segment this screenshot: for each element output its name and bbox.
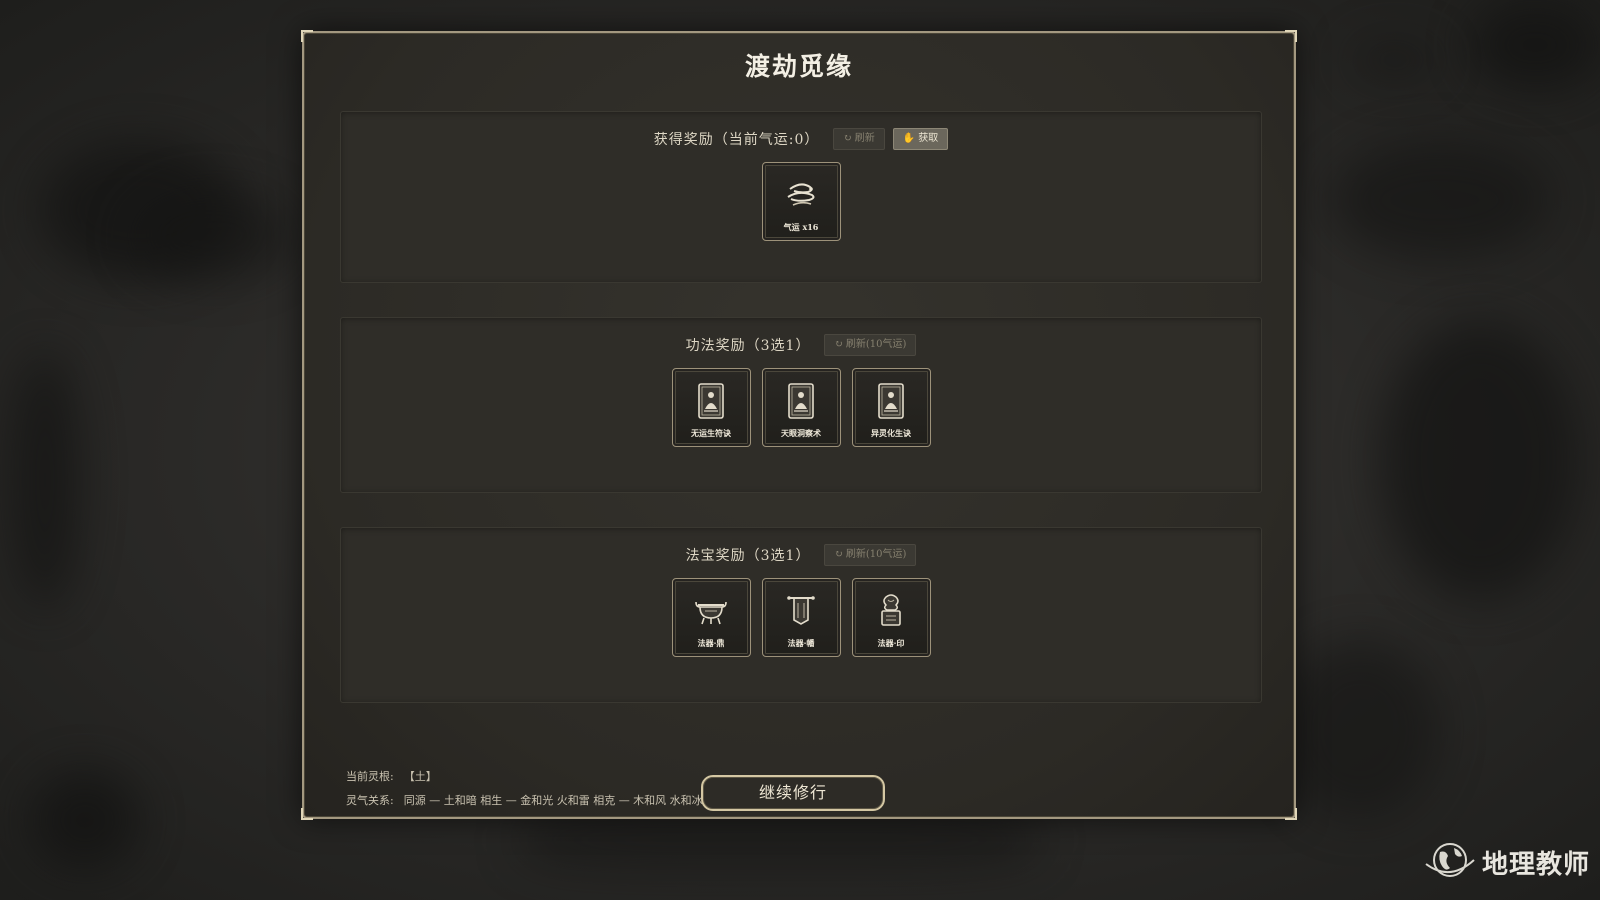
continue-cultivation-button[interactable]: 继续修行	[701, 775, 885, 811]
obtained-reward-title: 获得奖励（当前气运:0）	[653, 132, 820, 148]
card-label: 气运 x16	[783, 222, 819, 232]
scripture-book-icon	[673, 381, 750, 421]
refresh-icon: ↻	[834, 339, 843, 350]
technique-card-3[interactable]: 异灵化生诀	[851, 368, 931, 447]
banner-icon	[763, 591, 840, 631]
card-label: 法器·印	[877, 638, 905, 648]
reward-refresh-button[interactable]: ↻ 刷新	[833, 128, 885, 150]
technique-refresh-button[interactable]: ↻ 刷新(10气运)	[824, 334, 917, 356]
seal-icon	[853, 591, 930, 631]
reward-card-luck[interactable]: 气运 x16	[761, 162, 841, 241]
refresh-icon: ↻	[834, 549, 843, 560]
card-label: 异灵化生诀	[871, 428, 911, 438]
spirit-relation-info: 灵气关系: 同源 — 土和暗 相生 — 金和光 火和雷 相克 — 木和风 水和冰	[346, 792, 703, 808]
technique-card-2[interactable]: 天眼洞察术	[761, 368, 841, 447]
obtained-reward-section: 获得奖励（当前气运:0） ↻ 刷新 ✋ 获取 气运 x16	[340, 111, 1262, 283]
cloud-luck-icon	[763, 175, 840, 215]
watermark: 地理教师	[1422, 838, 1590, 886]
treasure-card-seal[interactable]: 法器·印	[851, 578, 931, 657]
tribulation-dialog: 渡劫觅缘 获得奖励（当前气运:0） ↻ 刷新 ✋ 获取 气运 x16 功法奖励（…	[301, 30, 1297, 820]
scripture-book-icon	[853, 381, 930, 421]
spirit-root-info: 当前灵根: 【土】	[346, 768, 437, 784]
technique-reward-section: 功法奖励（3选1） ↻ 刷新(10气运) 无运生符诀 天眼洞察术 异灵化生诀	[340, 317, 1262, 493]
refresh-icon: ↻	[843, 133, 852, 144]
card-label: 无运生符诀	[691, 428, 731, 438]
spirit-root-label: 当前灵根:	[346, 770, 394, 783]
card-label: 天眼洞察术	[781, 428, 821, 438]
treasure-refresh-button[interactable]: ↻ 刷新(10气运)	[824, 544, 917, 566]
technique-reward-title: 功法奖励（3选1）	[685, 338, 811, 354]
spirit-relation-value: 同源 — 土和暗 相生 — 金和光 火和雷 相克 — 木和风 水和冰	[403, 794, 703, 807]
treasure-card-banner[interactable]: 法器·幡	[761, 578, 841, 657]
dialog-title: 渡劫觅缘	[744, 52, 853, 81]
card-label: 法器·鼎	[697, 638, 725, 648]
spirit-relation-label: 灵气关系:	[346, 794, 394, 807]
spirit-root-value: 【土】	[403, 770, 437, 783]
claim-hand-icon: ✋	[902, 133, 916, 144]
globe-logo-icon	[1422, 838, 1478, 886]
scripture-book-icon	[763, 381, 840, 421]
treasure-reward-section: 法宝奖励（3选1） ↻ 刷新(10气运) 法器·鼎 法器·幡 法器·印	[340, 527, 1262, 703]
card-label: 法器·幡	[787, 638, 815, 648]
technique-card-1[interactable]: 无运生符诀	[671, 368, 751, 447]
treasure-card-cauldron[interactable]: 法器·鼎	[671, 578, 751, 657]
treasure-reward-title: 法宝奖励（3选1）	[685, 548, 811, 564]
claim-button[interactable]: ✋ 获取	[892, 128, 949, 150]
cauldron-icon	[673, 591, 750, 631]
watermark-text: 地理教师	[1481, 849, 1590, 880]
